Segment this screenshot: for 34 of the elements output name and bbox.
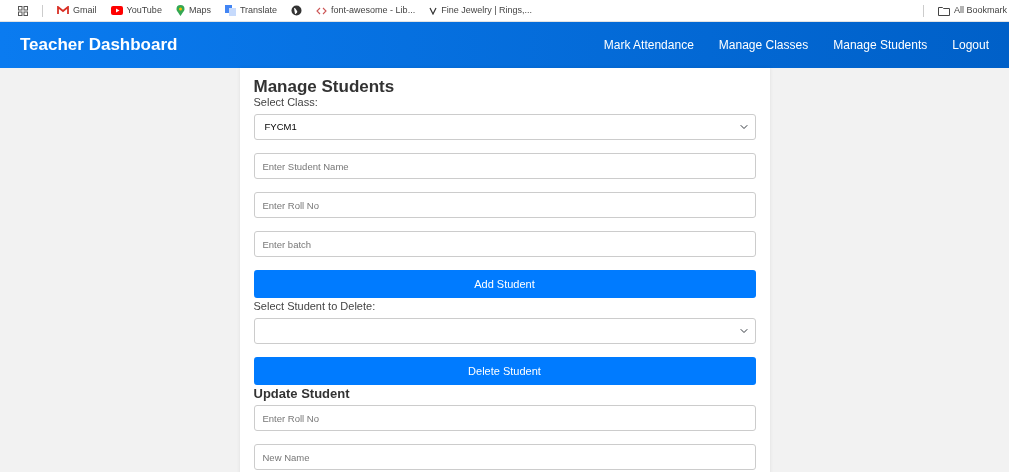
submit-button[interactable]: Delete Student	[253, 357, 756, 386]
all-bookmarks-button[interactable]: All Bookmark	[938, 3, 1007, 18]
globe-icon[interactable]	[291, 5, 303, 16]
mail-icon	[57, 6, 69, 15]
play-icon	[110, 6, 123, 15]
v-letter-icon	[429, 6, 438, 15]
translate-icon	[224, 5, 236, 16]
nav-link[interactable]: Manage Students	[833, 36, 928, 54]
field-label: Select Student to Delete:	[253, 300, 377, 314]
input-field[interactable]: Enter batch	[253, 231, 756, 258]
folder-icon	[938, 5, 950, 16]
bookmark-link[interactable]: Fine Jewelry | Rings,...	[429, 3, 532, 18]
page-title: Manage Students	[253, 78, 396, 96]
bookmark-link[interactable]: Maps	[175, 3, 211, 18]
select-field[interactable]	[253, 318, 756, 345]
nav-link[interactable]: Manage Classes	[718, 36, 809, 54]
apps-icon[interactable]	[18, 5, 28, 16]
bookmark-link[interactable]: font-awesome - Lib...	[316, 3, 416, 18]
input-field[interactable]: New Name	[253, 444, 756, 471]
map-pin-icon	[175, 5, 185, 16]
code-icon	[316, 6, 328, 15]
bookmark-link[interactable]: Translate	[224, 3, 278, 18]
input-field[interactable]: Enter Roll No	[253, 405, 756, 432]
nav-link[interactable]: Logout	[952, 36, 989, 54]
nav-link[interactable]: Mark Attendance	[603, 36, 694, 54]
input-field[interactable]: Enter Student Name	[253, 153, 756, 180]
bookmark-link[interactable]: Gmail	[57, 3, 97, 18]
section-heading: Update Student	[253, 387, 351, 401]
bookmark-link[interactable]: YouTube	[110, 3, 162, 18]
brand-title: Teacher Dashboard	[20, 34, 178, 57]
submit-button[interactable]: Add Student	[253, 270, 756, 299]
field-label: Select Class:	[253, 95, 319, 110]
input-field[interactable]: Enter Roll No	[253, 192, 756, 219]
select-field[interactable]: FYCM1	[253, 114, 756, 141]
